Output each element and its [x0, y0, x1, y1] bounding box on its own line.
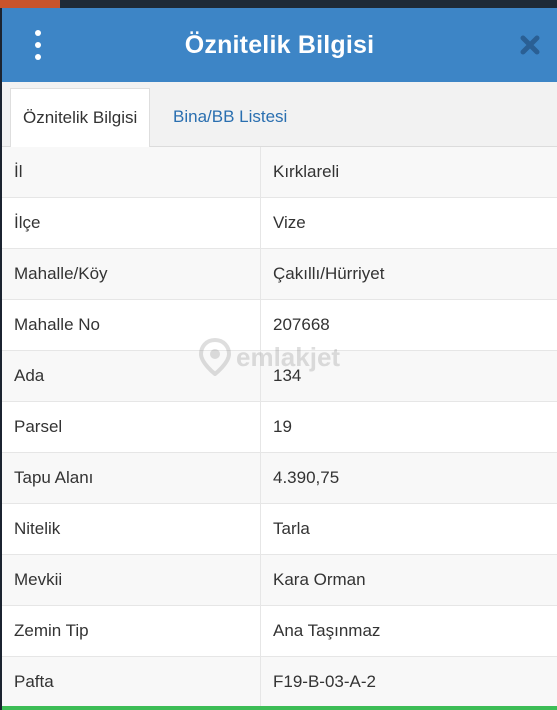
row-value: 134 [260, 350, 557, 402]
row-value: Vize [260, 197, 557, 249]
table-row: İl Kırklareli [2, 147, 557, 198]
row-value: Ana Taşınmaz [260, 605, 557, 657]
row-key: Mahalle/Köy [2, 248, 261, 300]
row-value: Çakıllı/Hürriyet [260, 248, 557, 300]
table-row: Tapu Alanı 4.390,75 [2, 452, 557, 504]
row-key: Ada [2, 350, 261, 402]
row-key: Pafta [2, 656, 261, 708]
row-value: 4.390,75 [260, 452, 557, 504]
background-orange-block [0, 0, 60, 8]
dialog-header: Öznitelik Bilgisi [2, 8, 557, 82]
attribute-table: İl Kırklareli İlçe Vize Mahalle/Köy Çakıllı… [2, 147, 557, 708]
background-strip [0, 0, 557, 8]
row-value: Kırklareli [260, 147, 557, 198]
table-row: İlçe Vize [2, 197, 557, 249]
row-key: Mahalle No [2, 299, 261, 351]
table-row: Mahalle/Köy Çakıllı/Hürriyet [2, 248, 557, 300]
tab-bar: Öznitelik Bilgisi Bina/BB Listesi [2, 82, 557, 147]
bottom-accent-line [2, 706, 557, 710]
dialog-title: Öznitelik Bilgisi [184, 31, 375, 59]
table-row: Nitelik Tarla [2, 503, 557, 555]
tab-attribute-info[interactable]: Öznitelik Bilgisi [10, 88, 151, 147]
attribute-info-dialog: Öznitelik Bilgisi Öznitelik Bilgisi Bina… [2, 8, 557, 710]
row-value: F19-B-03-A-2 [260, 656, 557, 708]
row-key: İl [2, 147, 261, 198]
table-row: Parsel 19 [2, 401, 557, 453]
row-key: Tapu Alanı [2, 452, 261, 504]
table-row: Zemin Tip Ana Taşınmaz [2, 605, 557, 657]
tab-building-list[interactable]: Bina/BB Listesi [161, 88, 299, 146]
row-value: 207668 [260, 299, 557, 351]
table-row: Ada 134 [2, 350, 557, 402]
row-value: Kara Orman [260, 554, 557, 606]
row-value: Tarla [260, 503, 557, 555]
row-key: Zemin Tip [2, 605, 261, 657]
row-key: Mevkii [2, 554, 261, 606]
row-key: Parsel [2, 401, 261, 453]
table-row: Mevkii Kara Orman [2, 554, 557, 606]
table-row: Pafta F19-B-03-A-2 [2, 656, 557, 708]
row-value: 19 [260, 401, 557, 453]
table-row: Mahalle No 207668 [2, 299, 557, 351]
row-key: İlçe [2, 197, 261, 249]
close-icon[interactable] [519, 34, 541, 56]
row-key: Nitelik [2, 503, 261, 555]
